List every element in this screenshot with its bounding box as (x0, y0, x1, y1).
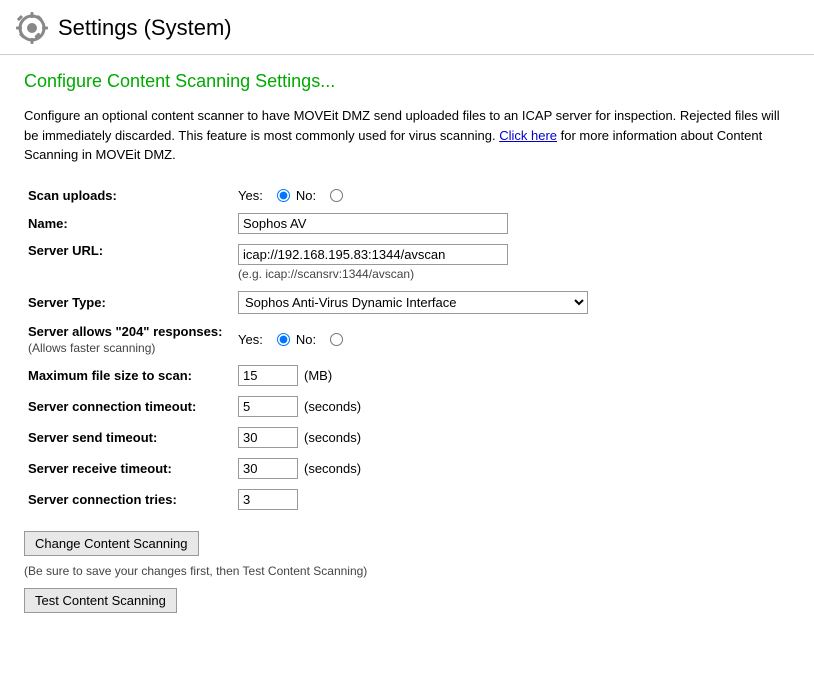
name-input[interactable] (238, 213, 508, 234)
scan-uploads-yes-label: Yes: (238, 188, 263, 203)
connection-timeout-value-cell: (seconds) (234, 391, 790, 422)
max-file-size-input-row: (MB) (238, 365, 786, 386)
server-allows-no-radio[interactable] (330, 333, 343, 346)
server-allows-yes-label: Yes: (238, 332, 263, 347)
test-button-area: Test Content Scanning (24, 588, 790, 613)
scan-uploads-value: Yes: No: (234, 183, 790, 208)
server-allows-row: Server allows "204" responses: (Allows f… (24, 319, 790, 361)
name-label: Name: (24, 208, 234, 239)
scan-uploads-no-label: No: (296, 188, 316, 203)
max-file-size-input[interactable] (238, 365, 298, 386)
server-url-row: Server URL: (e.g. icap://scansrv:1344/av… (24, 239, 790, 286)
connection-tries-label: Server connection tries: (24, 484, 234, 515)
description: Configure an optional content scanner to… (24, 106, 784, 165)
connection-timeout-unit: (seconds) (304, 399, 361, 414)
change-button-area: Change Content Scanning (24, 531, 790, 556)
scan-uploads-yes-radio[interactable] (277, 189, 290, 202)
connection-timeout-row: Server connection timeout: (seconds) (24, 391, 790, 422)
max-file-size-unit: (MB) (304, 368, 332, 383)
receive-timeout-unit: (seconds) (304, 461, 361, 476)
page-title: Settings (System) (58, 15, 232, 41)
connection-timeout-label: Server connection timeout: (24, 391, 234, 422)
save-reminder: (Be sure to save your changes first, the… (24, 564, 790, 578)
send-timeout-row: Server send timeout: (seconds) (24, 422, 790, 453)
max-file-size-row: Maximum file size to scan: (MB) (24, 360, 790, 391)
max-file-size-value-cell: (MB) (234, 360, 790, 391)
server-allows-no-label: No: (296, 332, 316, 347)
scan-uploads-row: Scan uploads: Yes: No: (24, 183, 790, 208)
connection-tries-row: Server connection tries: (24, 484, 790, 515)
server-allows-main-label: Server allows "204" responses: (28, 324, 222, 339)
server-allows-yes-radio[interactable] (277, 333, 290, 346)
server-url-input[interactable] (238, 244, 508, 265)
name-row: Name: (24, 208, 790, 239)
server-type-select[interactable]: Sophos Anti-Virus Dynamic Interface Stan… (238, 291, 588, 314)
settings-form: Scan uploads: Yes: No: Name: (24, 183, 790, 516)
server-allows-value-cell: Yes: No: (234, 319, 790, 361)
server-type-label: Server Type: (24, 286, 234, 319)
server-type-row: Server Type: Sophos Anti-Virus Dynamic I… (24, 286, 790, 319)
receive-timeout-label: Server receive timeout: (24, 453, 234, 484)
send-timeout-unit: (seconds) (304, 430, 361, 445)
scan-uploads-radio-group: Yes: No: (238, 188, 786, 203)
receive-timeout-value-cell: (seconds) (234, 453, 790, 484)
connection-tries-value-cell (234, 484, 790, 515)
settings-icon (16, 12, 48, 44)
server-url-hint: (e.g. icap://scansrv:1344/avscan) (238, 267, 786, 281)
scan-uploads-no-radio[interactable] (330, 189, 343, 202)
server-type-value-cell: Sophos Anti-Virus Dynamic Interface Stan… (234, 286, 790, 319)
test-content-scanning-button[interactable]: Test Content Scanning (24, 588, 177, 613)
page-header: Settings (System) (0, 0, 814, 55)
scan-uploads-label: Scan uploads: (24, 183, 234, 208)
server-allows-radio-group: Yes: No: (238, 332, 786, 347)
max-file-size-label: Maximum file size to scan: (24, 360, 234, 391)
send-timeout-input[interactable] (238, 427, 298, 448)
connection-timeout-input[interactable] (238, 396, 298, 417)
name-value-cell (234, 208, 790, 239)
section-title: Configure Content Scanning Settings... (24, 71, 790, 92)
receive-timeout-row: Server receive timeout: (seconds) (24, 453, 790, 484)
change-content-scanning-button[interactable]: Change Content Scanning (24, 531, 199, 556)
content-area: Configure Content Scanning Settings... C… (0, 55, 814, 629)
send-timeout-input-row: (seconds) (238, 427, 786, 448)
send-timeout-value-cell: (seconds) (234, 422, 790, 453)
connection-timeout-input-row: (seconds) (238, 396, 786, 417)
server-allows-label-cell: Server allows "204" responses: (Allows f… (24, 319, 234, 361)
server-url-value-cell: (e.g. icap://scansrv:1344/avscan) (234, 239, 790, 286)
server-allows-sub-label: (Allows faster scanning) (28, 341, 155, 355)
receive-timeout-input-row: (seconds) (238, 458, 786, 479)
send-timeout-label: Server send timeout: (24, 422, 234, 453)
receive-timeout-input[interactable] (238, 458, 298, 479)
connection-tries-input[interactable] (238, 489, 298, 510)
click-here-link[interactable]: Click here (499, 128, 557, 143)
server-url-label: Server URL: (24, 239, 234, 286)
